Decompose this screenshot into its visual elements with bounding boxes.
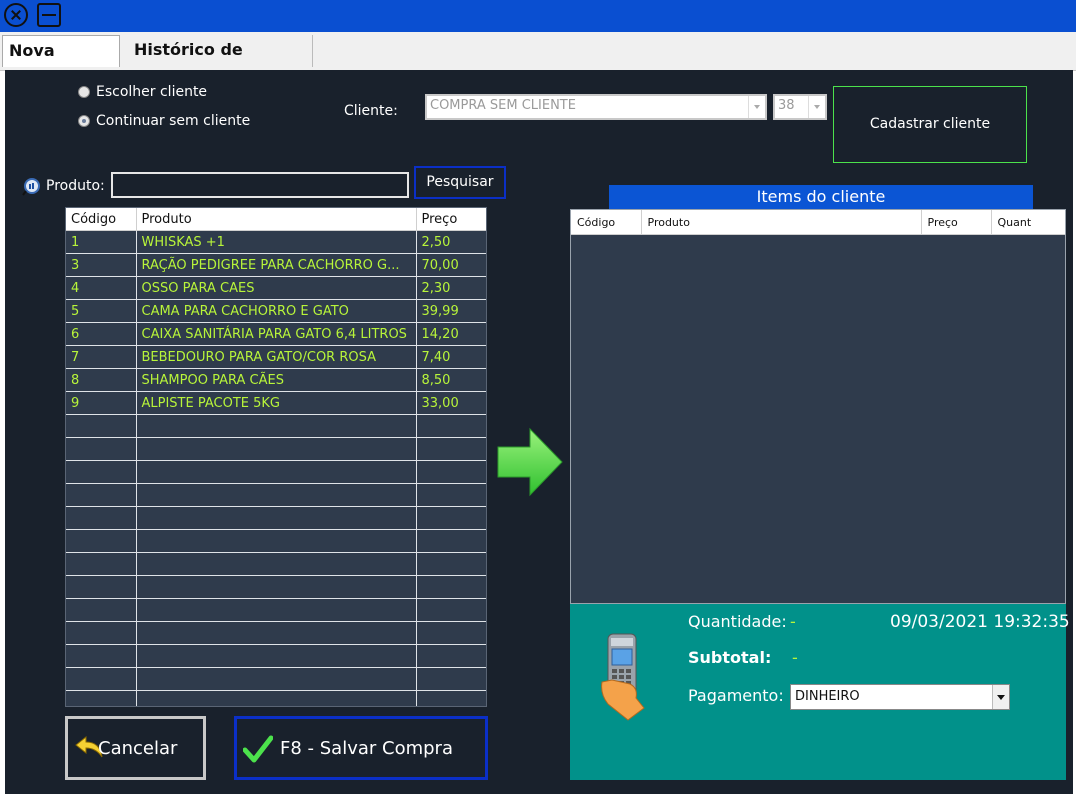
column-header-quant[interactable]: Quant [991, 210, 1065, 235]
empty-row [66, 667, 486, 691]
pagamento-select-value: DINHEIRO [795, 689, 860, 704]
quantidade-label: Quantidade: [688, 612, 787, 631]
empty-row [66, 575, 486, 599]
pesquisar-button[interactable]: Pesquisar [414, 166, 506, 199]
cell-preco[interactable]: 2,50 [416, 230, 486, 254]
subtotal-label: Subtotal: [688, 648, 772, 667]
products-table: Código Produto Preço 1 WHISKAS +1 2,50 3 RA… [65, 207, 487, 707]
salvar-compra-button[interactable]: F8 - Salvar Compra [234, 716, 488, 780]
table-row[interactable]: 6 CAIXA SANITÁRIA PARA GATO 6,4 LITROS 14,… [66, 322, 486, 346]
card-terminal-icon [601, 633, 645, 721]
table-row[interactable]: 9 ALPISTE PACOTE 5KG 33,00 [66, 391, 486, 415]
items-table: Código Produto Preço Quant [570, 209, 1066, 604]
subtotal-value: - [792, 648, 798, 667]
checkmark-icon [243, 735, 273, 763]
datetime-display: 09/03/2021 19:32:35 [890, 612, 1070, 632]
cancelar-label: Cancelar [98, 738, 178, 759]
cell-produto[interactable]: SHAMPOO PARA CÃES [136, 368, 417, 392]
pagamento-select[interactable]: DINHEIRO [790, 684, 1010, 710]
produto-label: Produto: [46, 178, 105, 194]
summary-panel: Quantidade: - 09/03/2021 19:32:35 Subtot… [570, 604, 1070, 780]
column-header-produto[interactable]: Produto [641, 210, 922, 235]
column-header-codigo[interactable]: Código [66, 208, 137, 231]
table-header-row: Código Produto Preço Quant [571, 210, 1065, 235]
empty-row [66, 644, 486, 668]
cliente-code-select[interactable]: 38 [773, 94, 827, 120]
chevron-down-icon[interactable] [808, 96, 825, 118]
table-row[interactable]: 5 CAMA PARA CACHORRO E GATO 39,99 [66, 299, 486, 323]
empty-row [66, 621, 486, 645]
salvar-compra-label: F8 - Salvar Compra [280, 738, 453, 759]
column-header-preco[interactable]: Preço [416, 208, 486, 231]
radio-continuar-sem-cliente[interactable]: Continuar sem cliente [78, 113, 258, 131]
cell-preco[interactable]: 7,40 [416, 345, 486, 369]
empty-row [66, 460, 486, 484]
radio-button-selected[interactable] [78, 115, 90, 127]
cell-codigo[interactable]: 9 [66, 391, 137, 415]
quantidade-value: - [790, 612, 796, 631]
table-row[interactable]: 1 WHISKAS +1 2,50 [66, 230, 486, 254]
cell-produto[interactable]: BEBEDOURO PARA GATO/COR ROSA [136, 345, 417, 369]
cell-codigo[interactable]: 8 [66, 368, 137, 392]
empty-row [66, 529, 486, 553]
tab-bar: Nova Compra Histórico de compras [0, 32, 1076, 90]
cell-preco[interactable]: 8,50 [416, 368, 486, 392]
tab-historico-compras[interactable]: Histórico de compras [128, 35, 313, 89]
cliente-select[interactable]: COMPRA SEM CLIENTE [425, 94, 767, 120]
column-header-produto[interactable]: Produto [136, 208, 417, 231]
cancelar-button[interactable]: Cancelar [65, 716, 206, 780]
table-row[interactable]: 3 RAÇÃO PEDIGREE PARA CACHORRO G... 70,00 [66, 253, 486, 277]
column-header-preco[interactable]: Preço [921, 210, 992, 235]
empty-row [66, 437, 486, 461]
radio-label: Continuar sem cliente [96, 113, 251, 129]
cell-produto[interactable]: CAIXA SANITÁRIA PARA GATO 6,4 LITROS [136, 322, 417, 346]
main-panel: Escolher cliente Continuar sem cliente C… [5, 70, 1073, 794]
close-icon[interactable] [4, 3, 28, 27]
minimize-icon[interactable] [37, 3, 61, 27]
pagamento-label: Pagamento: [688, 686, 784, 705]
cell-codigo[interactable]: 4 [66, 276, 137, 300]
cell-codigo[interactable]: 5 [66, 299, 137, 323]
cell-codigo[interactable]: 1 [66, 230, 137, 254]
cadastrar-cliente-button[interactable]: Cadastrar cliente [833, 86, 1027, 163]
cell-preco[interactable]: 2,30 [416, 276, 486, 300]
empty-row [66, 483, 486, 507]
radio-button[interactable] [78, 86, 90, 98]
radio-label: Escolher cliente [96, 84, 208, 100]
search-icon [22, 178, 40, 196]
right-arrow-icon[interactable] [496, 427, 564, 497]
cell-produto[interactable]: CAMA PARA CACHORRO E GATO [136, 299, 417, 323]
chevron-down-icon[interactable] [992, 685, 1009, 709]
cell-produto[interactable]: ALPISTE PACOTE 5KG [136, 391, 417, 415]
tab-nova-compra[interactable]: Nova Compra [2, 35, 120, 90]
table-row[interactable]: 8 SHAMPOO PARA CÃES 8,50 [66, 368, 486, 392]
cell-produto[interactable]: RAÇÃO PEDIGREE PARA CACHORRO G... [136, 253, 417, 277]
chevron-down-icon[interactable] [748, 96, 765, 118]
cell-preco[interactable]: 14,20 [416, 322, 486, 346]
cell-produto[interactable]: OSSO PARA CAES [136, 276, 417, 300]
cliente-label: Cliente: [344, 103, 398, 119]
cell-codigo[interactable]: 3 [66, 253, 137, 277]
produto-search-input[interactable] [111, 172, 409, 198]
table-header-row: Código Produto Preço [66, 208, 486, 231]
table-row[interactable]: 7 BEBEDOURO PARA GATO/COR ROSA 7,40 [66, 345, 486, 369]
cell-preco[interactable]: 70,00 [416, 253, 486, 277]
empty-row [66, 414, 486, 438]
cliente-select-value: COMPRA SEM CLIENTE [430, 98, 576, 113]
cell-produto[interactable]: WHISKAS +1 [136, 230, 417, 254]
cell-preco[interactable]: 39,99 [416, 299, 486, 323]
empty-row [66, 552, 486, 576]
items-panel-title: Items do cliente [609, 185, 1033, 209]
window-titlebar [0, 0, 1076, 32]
empty-row [66, 690, 486, 706]
empty-row [66, 598, 486, 622]
table-row[interactable]: 4 OSSO PARA CAES 2,30 [66, 276, 486, 300]
column-header-codigo[interactable]: Código [571, 210, 642, 235]
radio-escolher-cliente[interactable]: Escolher cliente [78, 84, 228, 102]
cliente-code-value: 38 [778, 98, 795, 113]
cell-codigo[interactable]: 7 [66, 345, 137, 369]
empty-row [66, 506, 486, 530]
cell-preco[interactable]: 33,00 [416, 391, 486, 415]
cell-codigo[interactable]: 6 [66, 322, 137, 346]
